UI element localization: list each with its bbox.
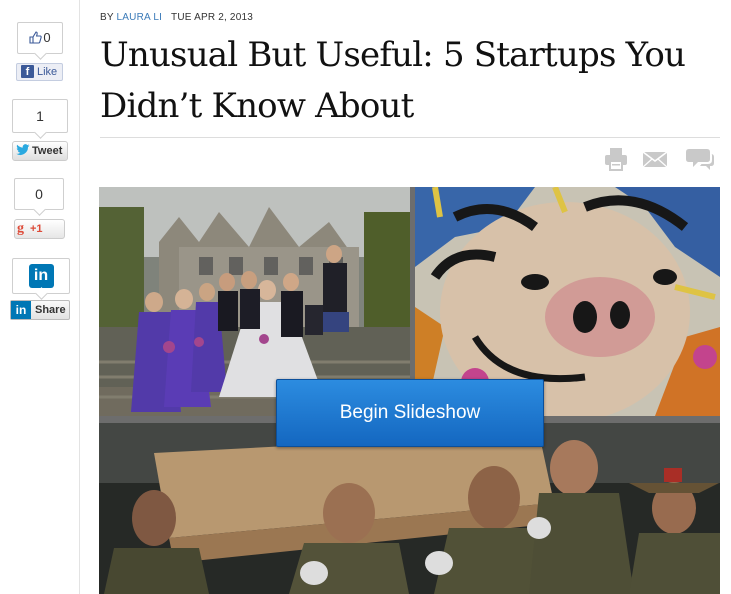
twitter-tweet-count: 1 (12, 99, 68, 133)
facebook-count-value: 0 (43, 30, 51, 45)
facebook-like-count: 0 (17, 22, 63, 54)
google-plus-one-button[interactable]: g +1 (14, 219, 65, 239)
pallbearers-photo (99, 423, 720, 594)
twitter-count-value: 1 (36, 108, 44, 124)
begin-slideshow-button[interactable]: Begin Slideshow (276, 379, 544, 447)
linkedin-icon: in (28, 264, 54, 288)
byline: BY LAURA LI TUE APR 2, 2013 (100, 12, 253, 23)
linkedin-share-label: Share (35, 304, 66, 316)
facebook-icon: f (21, 65, 34, 78)
facebook-like-label: Like (37, 66, 58, 78)
comment-icon[interactable] (686, 146, 714, 172)
author-link[interactable]: LAURA LI (117, 12, 163, 23)
tweet-label: Tweet (32, 145, 63, 157)
printer-icon[interactable] (603, 146, 629, 172)
facebook-like-button[interactable]: f Like (16, 63, 63, 81)
publish-date: TUE APR 2, 2013 (171, 12, 253, 23)
tweet-button[interactable]: Tweet (12, 141, 68, 161)
article-headline: Unusual But Useful: 5 Startups You Didn’… (100, 35, 686, 126)
byline-prefix: BY (100, 12, 114, 23)
share-rail: 0 f Like 1 Tweet 0 g +1 in in Share (0, 0, 80, 594)
google-plus-count: 0 (14, 178, 64, 210)
linkedin-share-button[interactable]: in Share (10, 300, 70, 320)
thumbs-up-icon (29, 31, 43, 44)
linkedin-small-icon: in (11, 301, 31, 319)
plus-one-label: +1 (30, 223, 43, 235)
header-divider (100, 137, 720, 138)
google-icon: g (17, 221, 24, 236)
google-count-value: 0 (35, 186, 43, 202)
email-icon[interactable] (642, 146, 668, 172)
linkedin-count-box: in (12, 258, 70, 294)
twitter-bird-icon (16, 144, 30, 155)
